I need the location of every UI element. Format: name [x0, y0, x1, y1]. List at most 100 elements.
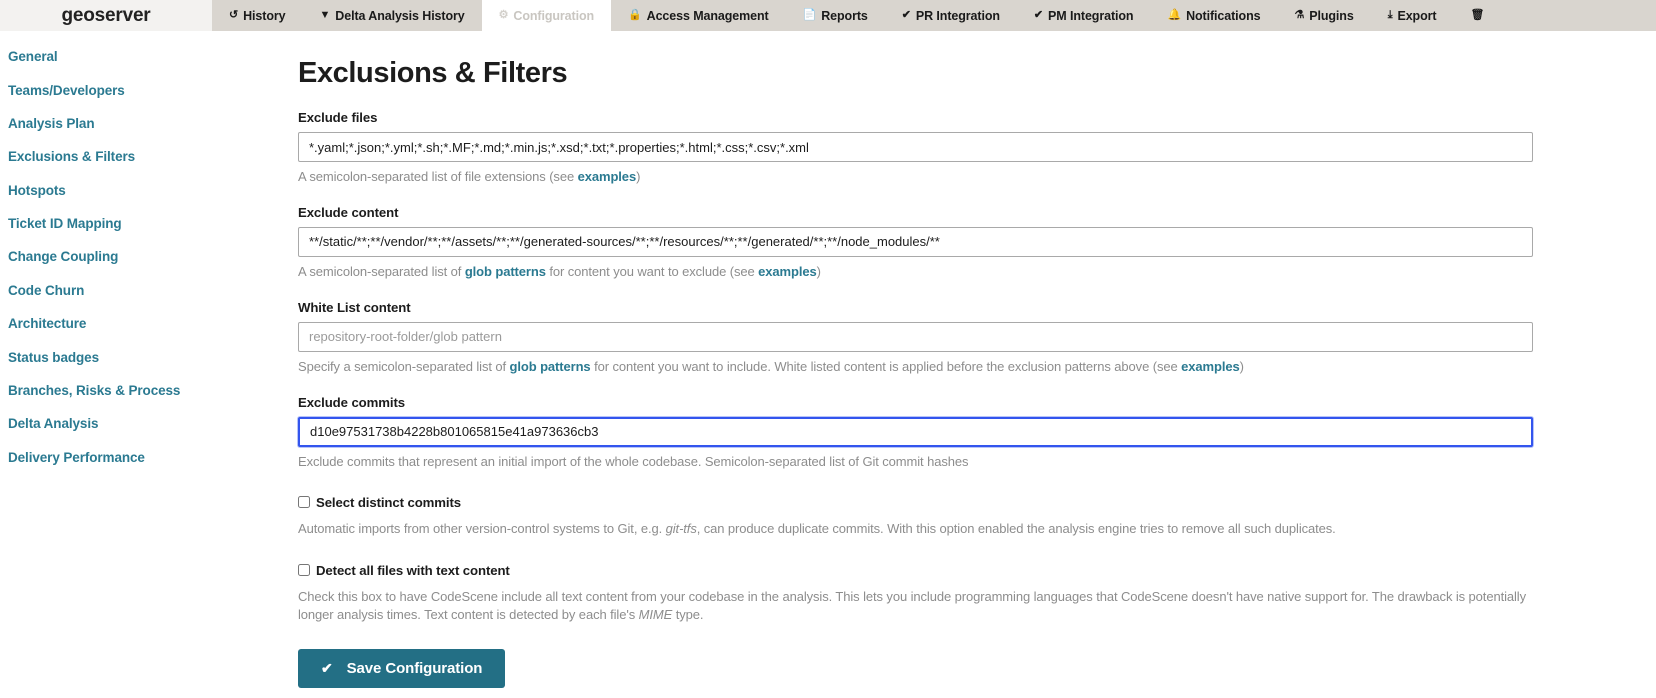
- sidebar-item-general[interactable]: General: [0, 40, 212, 73]
- main-content: Exclusions & Filters Exclude files A sem…: [212, 31, 1656, 698]
- exclude-files-input[interactable]: [298, 132, 1533, 162]
- top-nav-items: ↺ History ▼ Delta Analysis History ⚙ Configur…: [212, 0, 1656, 31]
- top-nav-item-label: PM Integration: [1048, 8, 1134, 23]
- check-icon: ✔: [901, 9, 911, 21]
- sidebar-item-label: Architecture: [8, 316, 87, 332]
- sidebar-item-label: Ticket ID Mapping: [8, 216, 122, 232]
- check-icon: ✔: [1033, 9, 1044, 21]
- help-text-pre: Automatic imports from other version-con…: [298, 520, 666, 536]
- top-navigation-bar: geoserver ↺ History ▼ Delta Analysis Histor…: [0, 0, 1656, 31]
- sidebar-item-label: General: [8, 49, 58, 65]
- top-nav-item-label: Delta Analysis History: [335, 8, 465, 23]
- sidebar-item-delivery-performance[interactable]: Delivery Performance: [0, 441, 212, 474]
- sidebar-item-teams-developers[interactable]: Teams/Developers: [0, 73, 212, 106]
- detect-text-content-row[interactable]: Detect all files with text content: [298, 563, 1656, 578]
- detect-text-content-checkbox[interactable]: [298, 564, 310, 577]
- help-text-post: type.: [672, 607, 704, 623]
- top-nav-item-label: Reports: [821, 8, 868, 23]
- sidebar-item-architecture[interactable]: Architecture: [0, 307, 212, 340]
- top-nav-item-label: History: [243, 8, 286, 23]
- sidebar-item-label: Analysis Plan: [8, 115, 95, 131]
- help-text-emphasis: MIME: [638, 607, 673, 623]
- sidebar-item-code-churn[interactable]: Code Churn: [0, 274, 212, 307]
- top-nav-item-access-management[interactable]: 🔒 Access Management: [611, 0, 786, 31]
- exclude-commits-help: Exclude commits that represent an initia…: [298, 453, 969, 469]
- sidebar-item-delta-analysis[interactable]: Delta Analysis: [0, 407, 212, 440]
- glob-patterns-link[interactable]: glob patterns: [465, 264, 546, 279]
- top-nav-item-label: PR Integration: [915, 8, 1000, 23]
- page-title: Exclusions & Filters: [298, 57, 568, 89]
- help-text-pre: A semicolon-separated list of: [298, 263, 465, 279]
- exclude-commits-input[interactable]: [298, 416, 1533, 447]
- top-nav-item-plugins[interactable]: ⚗ Plugins: [1277, 0, 1370, 31]
- white-list-input[interactable]: [298, 321, 1533, 352]
- examples-link[interactable]: examples: [578, 169, 637, 184]
- exclude-content-help: A semicolon-separated list of glob patte…: [298, 263, 1656, 281]
- select-distinct-commits-checkbox[interactable]: [298, 496, 310, 509]
- top-nav-item-label: Plugins: [1309, 8, 1354, 23]
- sidebar-item-hotspots[interactable]: Hotspots: [0, 174, 212, 207]
- brand-cell: geoserver: [0, 0, 212, 31]
- glob-patterns-link[interactable]: glob patterns: [510, 359, 591, 374]
- document-icon: 📄: [802, 9, 817, 21]
- examples-link[interactable]: examples: [1181, 359, 1240, 374]
- top-nav-item-label: Export: [1397, 8, 1437, 23]
- exclude-files-help: A semicolon-separated list of file exten…: [298, 168, 1656, 186]
- save-configuration-label: Save Configuration: [346, 660, 483, 678]
- white-list-help: Specify a semicolon-separated list of gl…: [298, 358, 1656, 376]
- sidebar-item-status-badges[interactable]: Status badges: [0, 340, 212, 373]
- sidebar-item-branches-risks-process[interactable]: Branches, Risks & Process: [0, 374, 212, 407]
- top-nav-item-label: Configuration: [513, 8, 595, 23]
- sidebar-item-label: Exclusions & Filters: [8, 149, 136, 165]
- exclude-content-label: Exclude content: [298, 204, 399, 220]
- help-text-pre: Check this box to have CodeScene include…: [298, 588, 1526, 623]
- sidebar-item-analysis-plan[interactable]: Analysis Plan: [0, 107, 212, 140]
- detect-text-content-label[interactable]: Detect all files with text content: [316, 563, 510, 578]
- help-text-pre: Specify a semicolon-separated list of: [298, 358, 510, 374]
- top-nav-item-trash[interactable]: 🗑: [1453, 0, 1506, 31]
- detect-text-content-help: Check this box to have CodeScene include…: [298, 588, 1548, 626]
- select-distinct-commits-help: Automatic imports from other version-con…: [298, 520, 1548, 539]
- select-distinct-commits-label[interactable]: Select distinct commits: [316, 495, 461, 510]
- help-text-mid: for content you want to exclude (see: [545, 263, 759, 279]
- help-text-post: ): [816, 263, 821, 279]
- sidebar-item-label: Delivery Performance: [8, 449, 145, 465]
- trash-icon: 🗑: [1470, 9, 1485, 21]
- examples-link[interactable]: examples: [758, 264, 817, 279]
- sidebar-item-exclusions-filters[interactable]: Exclusions & Filters: [0, 140, 212, 173]
- white-list-content-field: White List content Specify a semicolon-s…: [298, 300, 1656, 376]
- gears-icon: ⚙: [498, 9, 509, 21]
- brand-title: geoserver: [61, 4, 151, 26]
- exclude-content-input[interactable]: [298, 226, 1533, 257]
- lock-icon: 🔒: [628, 9, 642, 21]
- top-nav-item-configuration[interactable]: ⚙ Configuration: [481, 0, 612, 31]
- filter-icon: ▼: [319, 9, 331, 21]
- sidebar: General Teams/Developers Analysis Plan Excl…: [0, 31, 212, 698]
- top-nav-item-history[interactable]: ↺ History: [212, 0, 303, 31]
- top-nav-item-pm-integration[interactable]: ✔ PM Integration: [1017, 0, 1151, 31]
- sidebar-item-label: Status badges: [8, 349, 99, 365]
- sidebar-item-label: Change Coupling: [8, 249, 119, 265]
- top-nav-item-export[interactable]: ⤓ Export: [1371, 0, 1454, 31]
- top-nav-item-pr-integration[interactable]: ✔ PR Integration: [885, 0, 1017, 31]
- sidebar-item-ticket-id-mapping[interactable]: Ticket ID Mapping: [0, 207, 212, 240]
- select-distinct-commits-row[interactable]: Select distinct commits: [298, 495, 1656, 510]
- help-text-post: , can produce duplicate commits. With th…: [696, 520, 1336, 536]
- exclude-commits-field: Exclude commits Exclude commits that rep…: [298, 395, 1656, 471]
- help-text-mid: for content you want to include. White l…: [590, 358, 1182, 374]
- sidebar-item-label: Branches, Risks & Process: [8, 382, 181, 398]
- sidebar-item-label: Hotspots: [8, 182, 66, 198]
- bell-icon: 🔔: [1167, 9, 1182, 21]
- help-text-emphasis: git-tfs: [665, 520, 697, 536]
- top-nav-item-reports[interactable]: 📄 Reports: [786, 0, 885, 31]
- sidebar-item-change-coupling[interactable]: Change Coupling: [0, 240, 212, 273]
- top-nav-item-delta-analysis-history[interactable]: ▼ Delta Analysis History: [303, 0, 482, 31]
- exclude-files-field: Exclude files A semicolon-separated list…: [298, 110, 1656, 186]
- exclude-files-label: Exclude files: [298, 110, 378, 125]
- save-configuration-button[interactable]: ✔ Save Configuration: [298, 649, 506, 689]
- exclude-content-field: Exclude content A semicolon-separated li…: [298, 205, 1656, 281]
- top-nav-item-notifications[interactable]: 🔔 Notifications: [1150, 0, 1277, 31]
- page-body: General Teams/Developers Analysis Plan Excl…: [0, 31, 1656, 698]
- help-text-pre: A semicolon-separated list of file exten…: [298, 169, 578, 184]
- sidebar-item-label: Code Churn: [8, 282, 85, 298]
